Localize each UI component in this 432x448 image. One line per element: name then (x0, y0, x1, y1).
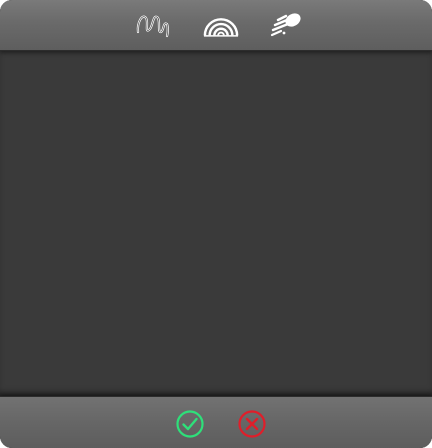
rainbow-brush-icon (203, 18, 239, 37)
drawing-canvas[interactable] (0, 51, 432, 396)
comet-brush-button[interactable] (269, 9, 305, 41)
squiggle-brush-icon (136, 15, 169, 38)
rainbow-brush-button[interactable] (203, 9, 239, 41)
comet-brush-icon (270, 13, 301, 37)
cancel-button[interactable] (237, 409, 267, 439)
brush-toolbar (0, 0, 432, 51)
x-circle-icon (238, 410, 266, 438)
confirm-button[interactable] (175, 409, 205, 439)
drawing-panel (0, 0, 432, 448)
action-bar (0, 396, 432, 448)
squiggle-brush-button[interactable] (134, 9, 170, 41)
check-circle-icon (176, 410, 204, 438)
